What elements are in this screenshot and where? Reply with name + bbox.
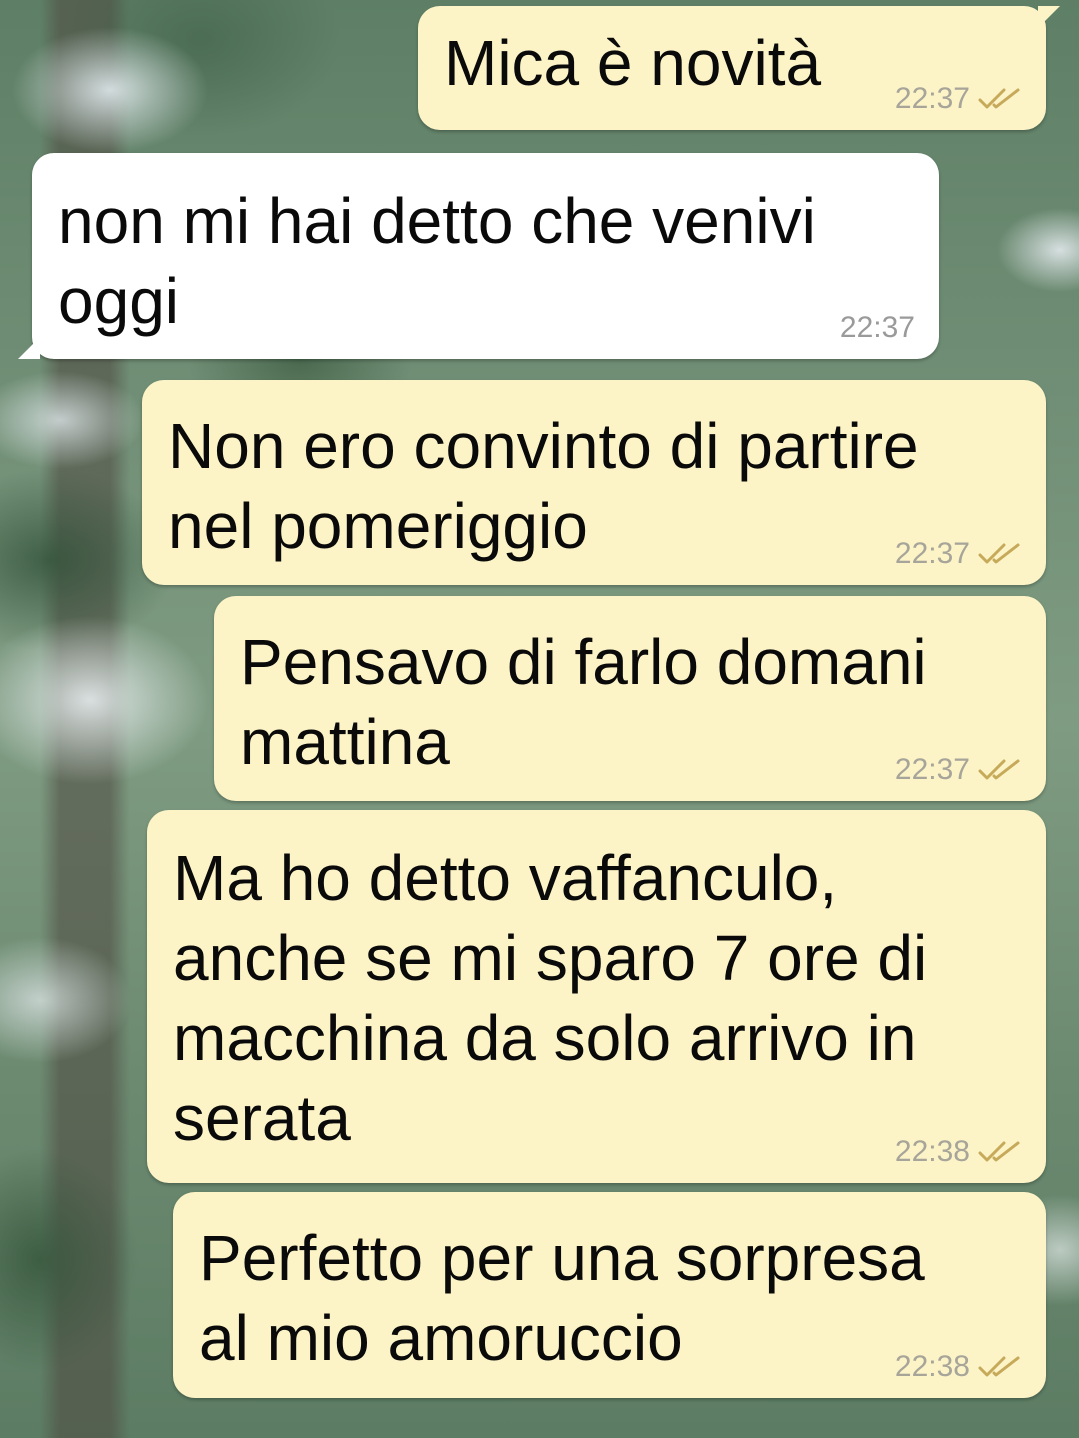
message-time: 22:37 xyxy=(839,311,915,344)
message-time: 22:37 xyxy=(894,753,970,786)
double-check-icon xyxy=(978,543,1020,564)
message-bubble-incoming[interactable]: non mi hai detto che venivi oggi 22:37 xyxy=(18,153,939,359)
double-check-icon xyxy=(978,759,1020,780)
message-meta: 22:37 xyxy=(895,753,1022,787)
message-text: Non ero convinto di partire nel pomerigg… xyxy=(168,410,919,562)
message-meta: 22:38 xyxy=(895,1350,1022,1384)
double-check-icon xyxy=(978,88,1020,109)
bubble-tail xyxy=(18,337,40,359)
message-bubble-outgoing[interactable]: Mica è novità 22:37 xyxy=(418,6,1060,130)
message-text: Mica è novità xyxy=(444,27,822,99)
message-meta: 22:37 xyxy=(895,537,1022,571)
message-bubble-outgoing[interactable]: Ma ho detto vaffanculo, anche se mi spar… xyxy=(147,810,1046,1183)
message-bubble-outgoing[interactable]: Pensavo di farlo domani mattina 22:37 xyxy=(214,596,1046,801)
message-time: 22:38 xyxy=(894,1135,970,1168)
message-time: 22:37 xyxy=(894,82,970,115)
bubble-tail xyxy=(1038,6,1060,28)
double-check-icon xyxy=(978,1141,1020,1162)
message-text: Perfetto per una sorpresa al mio amorucc… xyxy=(199,1222,925,1374)
message-meta: 22:37 xyxy=(840,311,915,345)
message-bubble-outgoing[interactable]: Perfetto per una sorpresa al mio amorucc… xyxy=(173,1192,1046,1398)
message-meta: 22:37 xyxy=(895,82,1022,116)
message-text: Ma ho detto vaffanculo, anche se mi spar… xyxy=(173,842,928,1154)
message-time: 22:37 xyxy=(894,537,970,570)
message-text: Pensavo di farlo domani mattina xyxy=(240,626,927,778)
message-time: 22:38 xyxy=(894,1350,970,1383)
double-check-icon xyxy=(978,1356,1020,1377)
message-bubble-outgoing[interactable]: Non ero convinto di partire nel pomerigg… xyxy=(142,380,1046,585)
message-meta: 22:38 xyxy=(895,1135,1022,1169)
message-text: non mi hai detto che venivi oggi xyxy=(58,185,816,337)
